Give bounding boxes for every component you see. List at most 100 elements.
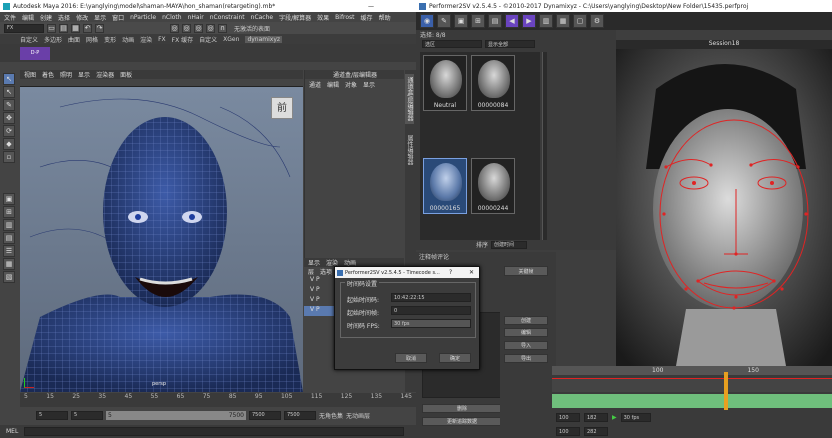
cancel-button[interactable]: 取消 [395, 353, 427, 363]
keyframe-thumb[interactable]: 00000084 [471, 55, 515, 111]
current-frame-field[interactable]: 5 [71, 410, 103, 420]
menu-item[interactable]: nHair [188, 14, 204, 21]
keyframe-thumb-selected[interactable]: 00000165 [423, 158, 467, 214]
range-bar[interactable]: 5 7500 [106, 410, 246, 420]
keyframe-thumb[interactable]: 00000244 [471, 158, 515, 214]
timeline-ruler[interactable]: 100 150 200 [552, 366, 832, 375]
range-end-field[interactable]: 282 [584, 427, 608, 436]
thumb-scrollbar[interactable] [542, 52, 547, 240]
grid-icon[interactable]: ⊞ [471, 14, 485, 28]
sort-dropdown[interactable]: 创建时间 [491, 240, 528, 249]
shelf-tab[interactable]: 自定义 [199, 35, 217, 44]
dynamixyz-shelf-icon[interactable]: D·P [20, 47, 50, 60]
shelf-tab[interactable]: FX [158, 36, 166, 43]
viewport-menu-item[interactable]: 照明 [60, 70, 72, 79]
viewport-menu-item[interactable]: 着色 [42, 70, 54, 79]
frame-start-field[interactable]: 100 [556, 413, 580, 422]
back-icon[interactable]: ◀ [505, 14, 519, 28]
channel-menu-item[interactable]: 通道 [309, 80, 321, 89]
edit-button[interactable]: 编辑 [504, 328, 548, 337]
menu-item[interactable]: 窗口 [112, 13, 124, 22]
camera-icon[interactable]: ▣ [454, 14, 468, 28]
menu-item[interactable]: 字段/解算器 [279, 13, 311, 22]
shelf-tab[interactable]: 曲面 [68, 35, 80, 44]
timeline-track[interactable] [552, 378, 832, 392]
menu-item[interactable]: nParticle [130, 14, 156, 21]
menu-item[interactable]: 修改 [76, 13, 88, 22]
monitor-icon[interactable]: ▢ [573, 14, 587, 28]
edit-icon[interactable]: ✎ [437, 14, 451, 28]
viewport-menu-item[interactable]: 面板 [120, 70, 132, 79]
playhead[interactable] [724, 372, 728, 410]
menu-item[interactable]: 选择 [58, 13, 70, 22]
viewport-3d[interactable]: 前 persp [20, 87, 303, 392]
shelf-tab[interactable]: 自定义 [20, 35, 38, 44]
select-tool-icon[interactable]: ↖ [3, 73, 15, 85]
channel-menu-item[interactable]: 编辑 [327, 80, 339, 89]
snap-icon[interactable]: ◎ [170, 23, 179, 33]
menu-item[interactable]: 帮助 [379, 13, 391, 22]
move-tool-icon[interactable]: ✥ [3, 112, 15, 124]
play-icon[interactable]: ▶ [612, 414, 617, 421]
side-tab[interactable]: 通道盒/层编辑器 [405, 74, 414, 125]
magnet-icon[interactable]: ∩ [218, 23, 227, 33]
mode-selector[interactable]: FX [4, 23, 44, 33]
layout-four-icon[interactable]: ⊞ [3, 206, 15, 218]
help-button[interactable]: ? [449, 269, 452, 276]
update-tracking-button[interactable]: 更新追踪数据 [422, 417, 502, 426]
menu-item[interactable]: 编辑 [22, 13, 34, 22]
forward-icon[interactable]: ▶ [522, 14, 536, 28]
rotate-tool-icon[interactable]: ⟳ [3, 125, 15, 137]
layer-tab[interactable]: 显示 [308, 258, 320, 267]
layout-single-icon[interactable]: ▣ [3, 193, 15, 205]
viewport-menu-item[interactable]: 渲染器 [96, 70, 114, 79]
range-start-field[interactable]: 100 [556, 427, 580, 436]
layout-icon[interactable]: ▦ [3, 258, 15, 270]
fps-dropdown[interactable]: 30 fps [391, 319, 471, 328]
menu-item[interactable]: 效果 [317, 13, 329, 22]
menu-item[interactable]: Bifrost [335, 14, 354, 21]
redo-icon[interactable]: ↷ [95, 23, 104, 33]
save-scene-icon[interactable]: ▦ [71, 23, 80, 33]
close-icon[interactable]: ✕ [469, 269, 474, 276]
undo-icon[interactable]: ↶ [83, 23, 92, 33]
start-frame-input[interactable]: 0 [391, 306, 471, 315]
layer-menu-item[interactable]: 层 [308, 267, 314, 276]
menu-item[interactable]: 文件 [4, 13, 16, 22]
menu-item[interactable]: nCloth [162, 14, 182, 21]
settings-icon[interactable]: ⚙ [590, 14, 604, 28]
layout-icon[interactable]: ▥ [3, 219, 15, 231]
scale-tool-icon[interactable]: ◆ [3, 138, 15, 150]
channel-menu-item[interactable]: 对象 [345, 80, 357, 89]
keyframe-thumb[interactable]: Neutral [423, 55, 467, 111]
keyframe-button[interactable]: 关键帧 [504, 266, 548, 276]
start-timecode-input[interactable]: 10:42:22:15 [391, 293, 471, 302]
layer-menu-item[interactable]: 选项 [320, 267, 332, 276]
menu-item[interactable]: 创建 [40, 13, 52, 22]
snap-icon[interactable]: ◎ [206, 23, 215, 33]
time-slider[interactable]: 5 15 25 35 45 55 65 75 85 95 105 115 125… [20, 393, 416, 407]
menu-item[interactable]: nCache [251, 14, 273, 21]
channel-menu-item[interactable]: 显示 [363, 80, 375, 89]
ok-button[interactable]: 确定 [439, 353, 471, 363]
open-scene-icon[interactable]: ▤ [59, 23, 68, 33]
end-frame-field-2[interactable]: 7500 [284, 410, 316, 420]
tracked-face[interactable] [616, 49, 832, 366]
save-icon[interactable]: ▥ [539, 14, 553, 28]
mel-input[interactable] [24, 427, 405, 436]
frame-current-field[interactable]: 182 [584, 413, 608, 422]
layout-icon[interactable]: ▧ [3, 271, 15, 283]
keyframe-track[interactable] [552, 394, 832, 408]
export-button[interactable]: 导出 [504, 354, 548, 363]
shelf-tab[interactable]: 变形 [104, 35, 116, 44]
viewport-menu-item[interactable]: 视图 [24, 70, 36, 79]
menu-item[interactable]: 显示 [94, 13, 106, 22]
side-tab[interactable]: 属性编辑器 [405, 132, 414, 168]
paint-tool-icon[interactable]: ✎ [3, 99, 15, 111]
shelf-tab[interactable]: 渲染 [140, 35, 152, 44]
snap-icon[interactable]: ◎ [194, 23, 203, 33]
snap-icon[interactable]: ◎ [182, 23, 191, 33]
delete-button[interactable]: 删除 [422, 404, 502, 413]
shelf-tab[interactable]: 网格 [86, 35, 98, 44]
no-anim-layer[interactable]: 无动画层 [346, 411, 370, 420]
